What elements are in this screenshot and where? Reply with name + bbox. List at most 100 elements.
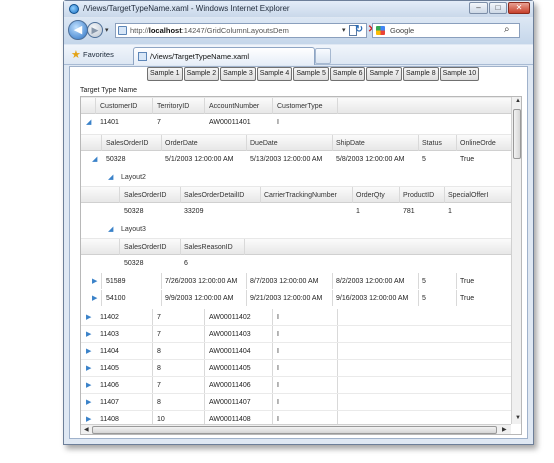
url-text[interactable]: http://localhost:14247/GridColumnLayouts… xyxy=(130,26,289,35)
sample-button[interactable]: Sample 10 xyxy=(439,67,480,81)
column-header[interactable]: SalesOrderID xyxy=(124,239,166,256)
search-icon[interactable]: ⌕ xyxy=(504,24,510,35)
vertical-scroll-thumb[interactable] xyxy=(513,109,521,159)
browser-tab[interactable]: /Views/TargetTypeName.xaml xyxy=(133,47,315,65)
column-header[interactable]: ShipDate xyxy=(336,135,365,152)
expand-row-icon[interactable]: ▶ xyxy=(86,377,91,394)
table-cell: AW00011403 xyxy=(209,331,251,338)
search-input[interactable]: Google ⌕ xyxy=(372,23,520,38)
table-cell: 7 xyxy=(157,314,161,321)
page-icon xyxy=(138,52,147,61)
favorites-star-icon[interactable]: ★ xyxy=(71,48,81,61)
sample-buttons: Sample 1 Sample 2 Sample 3 Sample 4 Sample 5… xyxy=(147,67,480,82)
expand-row-icon[interactable]: ▶ xyxy=(86,360,91,377)
column-header[interactable]: DueDate xyxy=(250,135,278,152)
favorites-button[interactable]: Favorites xyxy=(83,50,114,59)
column-header[interactable]: CustomerID xyxy=(100,98,137,115)
table-cell: 781 xyxy=(403,208,415,215)
collapse-row-icon[interactable]: ◢ xyxy=(86,114,91,131)
sample-button[interactable]: Sample 6 xyxy=(329,67,366,81)
table-cell: True xyxy=(460,278,475,285)
forward-button[interactable]: ▶ xyxy=(87,22,103,38)
grid-header-row: CustomerID TerritoryID AccountNumber Custom… xyxy=(81,97,511,114)
table-cell: 33209 xyxy=(184,208,204,215)
expand-row-icon[interactable]: ▶ xyxy=(86,309,91,326)
column-header[interactable]: SpecialOfferI xyxy=(448,187,488,204)
maximize-button[interactable]: □ xyxy=(489,2,507,14)
table-cell: AW00011406 xyxy=(209,382,251,389)
column-header[interactable]: SalesOrderDetailID xyxy=(184,187,244,204)
collapse-band-icon[interactable]: ◢ xyxy=(108,221,113,238)
collapse-row-icon[interactable]: ◢ xyxy=(92,151,97,168)
url-path: :14247/GridColumnLayoutsDem xyxy=(181,26,289,35)
column-header[interactable]: TerritoryID xyxy=(157,98,189,115)
column-header[interactable]: ProductID xyxy=(403,187,434,204)
table-cell: 5 xyxy=(422,295,426,302)
navigation-bar: ◀ ▶ ▾ http://localhost:14247/GridColumnL… xyxy=(64,18,533,44)
grid-title: Target Type Name xyxy=(80,87,138,94)
column-header[interactable]: AccountNumber xyxy=(209,98,259,115)
sample-button[interactable]: Sample 7 xyxy=(366,67,403,81)
close-button[interactable]: ✕ xyxy=(508,2,530,14)
address-bar[interactable]: http://localhost:14247/GridColumnLayouts… xyxy=(115,23,367,38)
scroll-up-icon[interactable]: ▲ xyxy=(515,98,521,104)
table-cell: 50328 xyxy=(124,260,144,267)
expand-row-icon[interactable]: ▶ xyxy=(92,273,97,290)
table-cell: True xyxy=(460,295,475,302)
table-cell: 5/8/2003 12:00:00 AM xyxy=(336,156,405,163)
sample-button[interactable]: Sample 2 xyxy=(183,67,220,81)
collapse-band-icon[interactable]: ◢ xyxy=(108,169,113,186)
expand-row-icon[interactable]: ▶ xyxy=(92,290,97,307)
url-prefix: http:// xyxy=(130,26,149,35)
column-header[interactable]: CarrierTrackingNumber xyxy=(264,187,337,204)
favorites-bar: ★ Favorites /Views/TargetTypeName.xaml xyxy=(64,45,533,65)
column-header[interactable]: SalesReasonID xyxy=(184,239,233,256)
table-row: ▶ 11404 8 AW00011404 I xyxy=(81,343,511,360)
table-cell: 7 xyxy=(157,331,161,338)
scroll-left-icon[interactable]: ◀ xyxy=(84,426,89,433)
vertical-scrollbar[interactable]: ▲ ▼ xyxy=(511,97,521,424)
column-header[interactable]: CustomerType xyxy=(277,98,323,115)
back-button[interactable]: ◀ xyxy=(68,20,88,40)
recent-pages-dropdown-icon[interactable]: ▾ xyxy=(105,26,109,34)
table-cell: 50328 xyxy=(124,208,144,215)
horizontal-scroll-thumb[interactable] xyxy=(92,426,497,434)
column-header[interactable]: Status xyxy=(422,135,442,152)
sample-button[interactable]: Sample 8 xyxy=(403,67,439,81)
table-cell: 5 xyxy=(422,156,426,163)
address-dropdown-icon[interactable]: ▾ xyxy=(342,26,346,34)
table-cell: 9/21/2003 12:00:00 AM xyxy=(250,295,323,302)
table-cell: 7 xyxy=(157,119,161,126)
refresh-button[interactable]: ↻ xyxy=(352,23,366,37)
sample-button[interactable]: Sample 5 xyxy=(293,67,329,81)
table-cell: 7 xyxy=(157,382,161,389)
window-title: /Views/TargetTypeName.xaml - Windows Int… xyxy=(83,4,290,13)
table-cell: 8 xyxy=(157,365,161,372)
data-grid: CustomerID TerritoryID AccountNumber Custom… xyxy=(80,96,522,435)
expand-row-icon[interactable]: ▶ xyxy=(86,326,91,343)
google-icon xyxy=(376,26,385,35)
column-header[interactable]: OnlineOrde xyxy=(460,135,496,152)
table-row: ▶ 11405 8 AW00011405 I xyxy=(81,360,511,377)
expand-row-icon[interactable]: ▶ xyxy=(86,394,91,411)
scroll-down-icon[interactable]: ▼ xyxy=(515,415,521,421)
table-cell: 11402 xyxy=(100,314,119,321)
new-tab-button[interactable] xyxy=(315,48,331,64)
expand-row-icon[interactable]: ▶ xyxy=(86,343,91,360)
table-cell: 8/2/2003 12:00:00 AM xyxy=(336,278,405,285)
column-header[interactable]: OrderQty xyxy=(356,187,385,204)
table-cell: I xyxy=(277,382,279,389)
sample-button[interactable]: Sample 3 xyxy=(220,67,256,81)
band-row: ◢ Layout3 xyxy=(81,221,511,238)
minimize-button[interactable]: – xyxy=(469,2,488,14)
title-bar: /Views/TargetTypeName.xaml - Windows Int… xyxy=(64,1,533,17)
sample-button[interactable]: Sample 4 xyxy=(256,67,293,81)
column-header[interactable]: OrderDate xyxy=(165,135,198,152)
sample-button[interactable]: Sample 1 xyxy=(147,67,183,81)
table-cell: AW00011404 xyxy=(209,348,251,355)
band-row: ◢ Layout2 xyxy=(81,169,511,186)
scroll-right-icon[interactable]: ▶ xyxy=(502,426,507,433)
horizontal-scrollbar[interactable]: ◀ ▶ xyxy=(81,424,511,434)
column-header[interactable]: SalesOrderID xyxy=(106,135,148,152)
column-header[interactable]: SalesOrderID xyxy=(124,187,166,204)
